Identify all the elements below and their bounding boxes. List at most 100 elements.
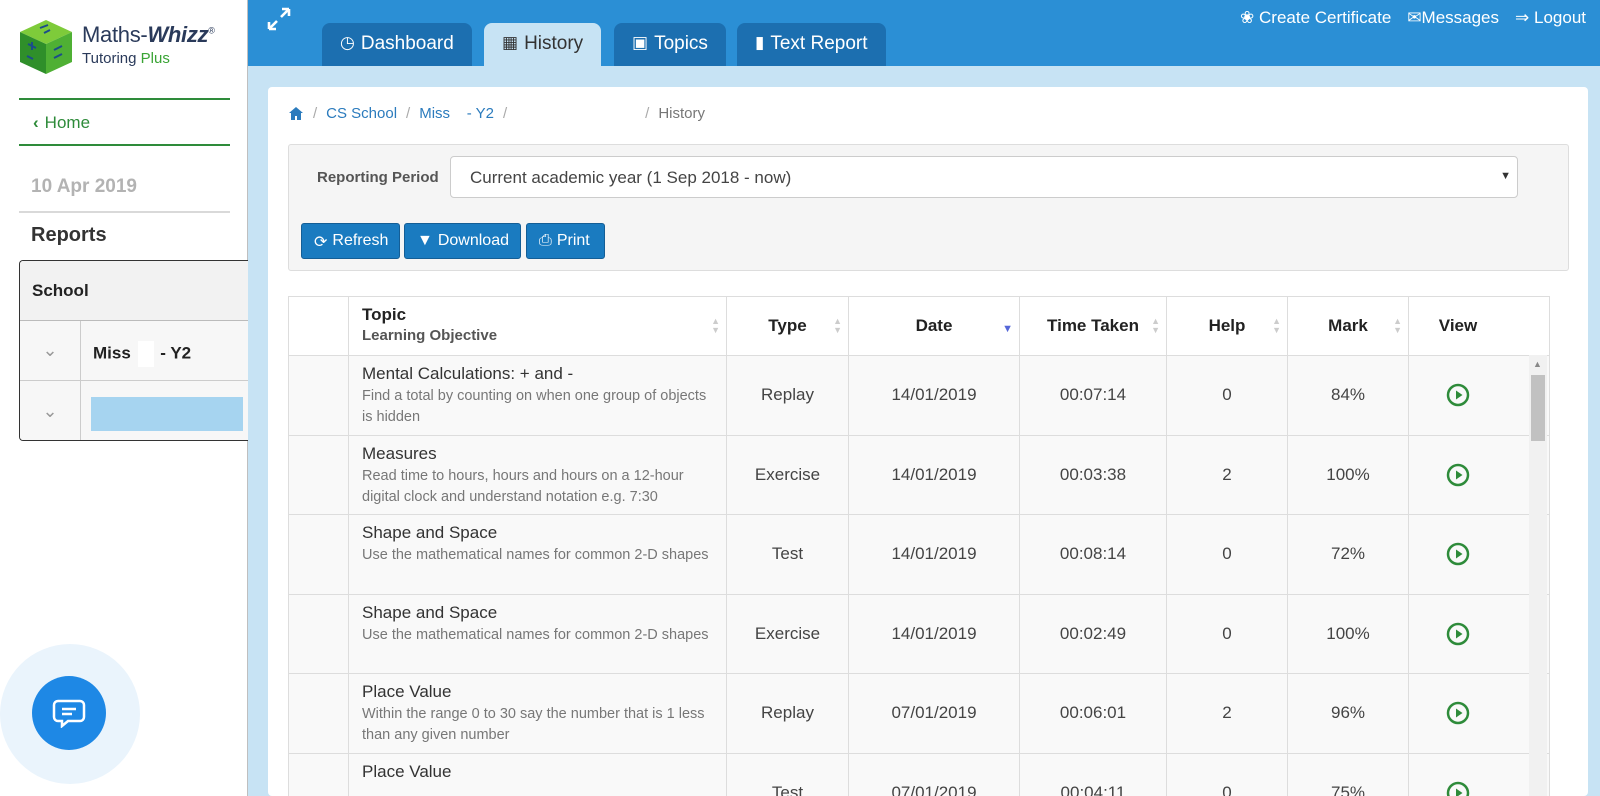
col-time-taken[interactable]: Time Taken ▲ ▼: [1020, 297, 1167, 355]
table-row[interactable]: Shape and Space Use the mathematical name…: [289, 515, 1549, 595]
type-cell: Exercise: [727, 435, 849, 514]
divider: [19, 211, 230, 213]
play-circle-icon[interactable]: [1446, 781, 1470, 796]
time-cell: 00:08:14: [1020, 515, 1167, 594]
sort-icon: ▲ ▼: [1393, 316, 1402, 335]
view-cell: [1409, 356, 1507, 435]
scroll-up-icon[interactable]: ▲: [1533, 359, 1542, 369]
type-cell: Exercise: [727, 594, 849, 673]
row-blank: [289, 674, 349, 753]
filter-box: Reporting Period Current academic year (…: [288, 144, 1569, 271]
caret-down-icon: ▼: [1500, 170, 1511, 182]
learning-objective: Within the range 0 to 30 say the number …: [362, 706, 705, 743]
create-certificate-link[interactable]: ❀ Create Certificate: [1240, 8, 1391, 28]
class-label: Miss - Y2: [81, 321, 248, 380]
view-cell: [1409, 674, 1507, 753]
selected-pupil[interactable]: [81, 381, 248, 440]
breadcrumb-school[interactable]: CS School: [326, 105, 397, 122]
play-circle-icon[interactable]: [1446, 701, 1470, 725]
row-blank: [289, 356, 349, 435]
history-table: Topic Learning Objective ▲ ▼ Type ▲ ▼ Date ▼…: [288, 296, 1550, 796]
reporting-period-select[interactable]: Current academic year (1 Sep 2018 - now)…: [450, 156, 1518, 198]
type-cell: Replay: [727, 356, 849, 435]
help-cell: 0: [1167, 515, 1288, 594]
refresh-icon: ⟳: [314, 234, 328, 251]
row-blank: [289, 594, 349, 673]
learning-objective: Use the mathematical names for common 2-…: [362, 547, 709, 563]
time-cell: 00:03:38: [1020, 435, 1167, 514]
play-circle-icon[interactable]: [1446, 622, 1470, 646]
date-cell: 14/01/2019: [849, 594, 1020, 673]
topic-name: Place Value: [362, 761, 452, 781]
time-cell: 00:07:14: [1020, 356, 1167, 435]
messages-link[interactable]: ✉Messages: [1407, 8, 1499, 28]
home-icon[interactable]: [288, 106, 304, 121]
topic-name: Shape and Space: [362, 523, 498, 542]
learning-objective: Find a total by counting on when one gro…: [362, 388, 707, 425]
chat-button[interactable]: [32, 676, 106, 750]
sort-icon: ▲ ▼: [711, 316, 720, 335]
date-cell: 14/01/2019: [849, 435, 1020, 514]
col-topic[interactable]: Topic Learning Objective ▲ ▼: [349, 297, 727, 355]
col-type[interactable]: Type ▲ ▼: [727, 297, 849, 355]
chevron-down-icon[interactable]: ⌄: [20, 321, 81, 380]
table-row[interactable]: Shape and Space Use the mathematical name…: [289, 594, 1549, 674]
logout-icon: ⇒: [1515, 8, 1530, 27]
col-view: View: [1438, 316, 1478, 335]
help-cell: 0: [1167, 356, 1288, 435]
col-help[interactable]: Help ▲ ▼: [1167, 297, 1288, 355]
table-row[interactable]: Place Value Within the range 0 to 30 say …: [289, 674, 1549, 754]
tree-item-school[interactable]: School: [20, 261, 248, 321]
table-row[interactable]: Measures Read time to hours, hours and ho…: [289, 435, 1549, 515]
breadcrumb: / CS School / Miss - Y2 / / History: [288, 105, 705, 122]
table-scrollbar[interactable]: ▲: [1529, 355, 1547, 796]
play-circle-icon[interactable]: [1446, 383, 1470, 407]
topic-cell: Shape and Space Use the mathematical name…: [349, 594, 727, 673]
reporting-period-label: Reporting Period: [317, 169, 439, 186]
type-cell: Test: [727, 753, 849, 796]
topic-name: Measures: [362, 443, 437, 463]
topic-name: Shape and Space: [362, 602, 498, 622]
help-cell: 0: [1167, 594, 1288, 673]
logo-subtitle: Tutoring Plus: [82, 50, 170, 67]
play-circle-icon[interactable]: [1446, 463, 1470, 487]
col-mark[interactable]: Mark ▲ ▼: [1288, 297, 1409, 355]
chevron-left-icon: ‹: [33, 113, 39, 132]
tree-item-pupil[interactable]: ⌄: [20, 381, 248, 440]
home-label: Home: [44, 113, 91, 132]
time-cell: 00:04:11: [1020, 753, 1167, 796]
chat-icon: [52, 699, 86, 728]
cube-logo-icon: [20, 20, 72, 74]
tab-text-report[interactable]: ▮ Text Report: [737, 23, 886, 66]
tab-dashboard[interactable]: ◷ Dashboard: [322, 23, 472, 66]
top-links: ❀ Create Certificate ✉Messages ⇒ Logout: [1240, 8, 1586, 28]
tab-history[interactable]: ▦ History: [484, 23, 602, 66]
scroll-thumb[interactable]: [1531, 375, 1545, 441]
view-cell: [1409, 515, 1507, 594]
home-link[interactable]: ‹ Home: [19, 98, 230, 146]
learning-objective: Read time to hours, hours and hours on a…: [362, 467, 684, 505]
topic-cell: Shape and Space Use the mathematical name…: [349, 515, 727, 594]
sort-icon: ▲ ▼: [833, 316, 842, 335]
print-button[interactable]: ⎙ Print: [526, 223, 605, 259]
download-button[interactable]: ▼ Download: [404, 223, 521, 259]
breadcrumb-class[interactable]: Miss - Y2: [419, 105, 494, 122]
refresh-button[interactable]: ⟳ Refresh: [301, 223, 400, 259]
play-circle-icon[interactable]: [1446, 542, 1470, 566]
mark-cell: 84%: [1288, 356, 1409, 435]
col-date[interactable]: Date ▼: [849, 297, 1020, 355]
tab-topics[interactable]: ▣ Topics: [614, 23, 726, 66]
topic-cell: Measures Read time to hours, hours and ho…: [349, 435, 727, 514]
chevron-down-icon[interactable]: ⌄: [20, 381, 81, 440]
expand-icon[interactable]: [266, 6, 292, 32]
logout-link[interactable]: ⇒ Logout: [1515, 8, 1586, 28]
topic-name: Place Value: [362, 682, 452, 701]
maths-whizz-logo[interactable]: Maths-Whizz® Tutoring Plus: [18, 16, 248, 80]
tree-item-class[interactable]: ⌄ Miss - Y2: [20, 321, 248, 381]
calendar-icon: ▦: [502, 33, 519, 52]
report-tree: School ⌄ Miss - Y2 ⌄: [19, 260, 248, 441]
table-body: Mental Calculations: + and - Find a total…: [289, 356, 1549, 796]
table-row[interactable]: Place Value Test 07/01/2019 00:04:11 0 75%: [289, 753, 1549, 796]
book-icon: ▣: [632, 33, 649, 52]
table-row[interactable]: Mental Calculations: + and - Find a total…: [289, 356, 1549, 436]
